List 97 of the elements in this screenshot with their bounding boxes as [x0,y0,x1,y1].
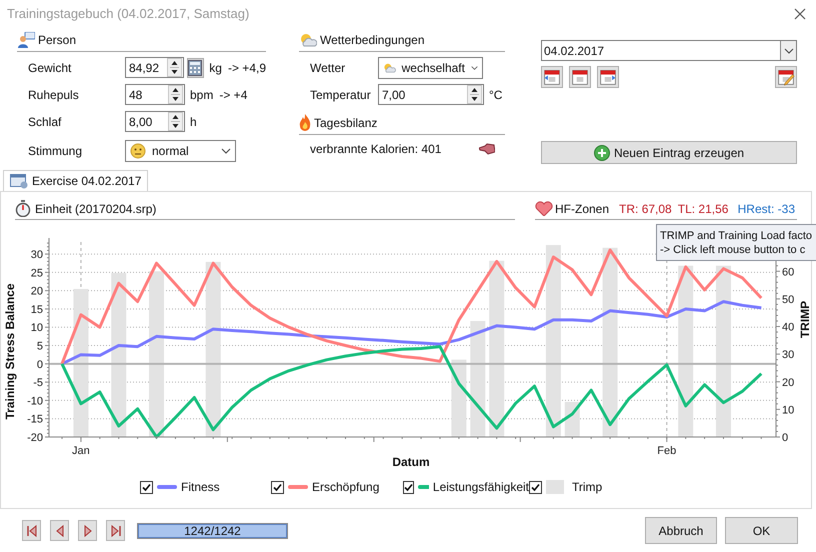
axis-tick-label: 50 [782,294,794,306]
spin-button[interactable] [168,85,183,104]
axis-tick-label: -20 [27,432,43,444]
zones-label: HF-Zonen [555,200,610,218]
first-button[interactable] [22,520,41,541]
progress-text: 1242/1242 [183,524,242,538]
checkbox[interactable] [529,480,542,494]
legend-line-swatch [288,485,308,489]
axis-tick-label: 25 [30,267,43,280]
legend-label: Fitness [181,479,220,496]
legend-line-swatch [157,485,177,489]
number-field[interactable]: 7,00 [378,84,484,105]
section-title: Person [38,32,76,48]
tooltip-line: -> Click left mouse button to c [660,242,806,256]
last-icon [108,524,122,538]
first-icon [24,524,38,538]
change-label: -> +4,9 [228,60,266,76]
unit-label: °C [489,86,502,104]
axis-tick-label: 10 [30,322,43,334]
spin-button[interactable] [168,112,183,131]
change-label: -> +4 [219,86,248,104]
tl-value: TL: 21,56 [678,200,728,218]
axis-tick-label: 10 [782,404,794,416]
legend-label: Leistungsfähigkeit [432,479,529,496]
axis-title: Datum [392,455,430,469]
axis-tick-label: 20 [782,376,794,389]
hrest-value: HRest: -33 [738,200,795,218]
section-title: Tagesbilanz [314,114,378,132]
axis-tick-label: -10 [27,395,43,408]
axis-tick-label: -5 [33,377,43,390]
window-title: Trainingstagebuch (04.02.2017, Samstag) [7,5,250,24]
axis-tick-label: 30 [782,349,794,362]
calculator-button[interactable] [186,58,204,78]
dialog-button[interactable]: OK [725,517,798,544]
chevron-down-icon [221,148,231,154]
axis-tick-label: 60 [782,266,794,278]
date-dropdown[interactable]: 04.02.2017 [541,40,797,61]
plus-circle-icon [594,144,610,160]
number-field[interactable]: 8,00 [125,111,185,132]
stopwatch-icon [15,200,31,217]
number-field[interactable]: 84,92 [125,57,184,78]
last-button[interactable] [106,520,125,541]
checkbox[interactable] [271,480,284,494]
dropdown[interactable]: normal [125,140,236,162]
chevron-down-icon [784,48,794,54]
legend-line-swatch [418,485,429,489]
axis-tick-label: 5 [36,340,43,353]
axis-tick-label: Feb [657,445,676,457]
tab[interactable]: Exercise 04.02.2017 [3,170,148,191]
unit-label: kg [209,60,222,76]
section-title: Wetterbedingungen [320,32,425,48]
axis-tick-label: 20 [30,286,43,298]
dropdown[interactable]: wechselhaft [378,56,483,78]
field-label: Temperatur [309,86,372,104]
person-icon [17,32,35,48]
legend-bar-swatch [546,480,564,494]
unit-file-label: Einheit (20170204.srp) [35,200,156,218]
field-label: Gewicht [27,60,72,76]
field-label: Ruhepuls [27,86,80,104]
calendar-icon[interactable] [569,66,591,88]
smiley-icon [130,142,146,158]
spin-button[interactable] [467,85,482,104]
calories-text: verbrannte Kalorien: 401 [310,140,442,158]
field-label: Wetter [309,60,346,76]
axis-tick-label: Jan [72,445,90,457]
field-label: Stimmung [27,142,84,160]
axis-tick-label: 40 [782,322,794,334]
axis-tick-label: 0 [36,358,43,371]
tooltip-line: TRIMP and Training Load facto [660,228,814,242]
flame-icon [299,114,311,131]
pointing-hand-icon[interactable] [479,142,495,154]
axis-title: TRIMP [798,300,812,338]
axis-tick-label: 0 [782,432,788,444]
new-entry-button[interactable]: Neuen Eintrag erzeugen [541,141,797,164]
tr-value: TR: 67,08 [619,200,672,218]
legend-label: Erschöpfung [312,479,380,496]
calendar-pencil-icon[interactable] [775,66,797,88]
axis-tick-label: 30 [30,249,43,262]
chevron-down-icon [470,64,478,70]
unit-label: bpm [190,86,214,104]
checkbox[interactable] [140,480,153,494]
previous-button[interactable] [50,520,69,541]
spin-button[interactable] [166,58,182,77]
field-label: Schlaf [27,114,62,130]
next-button[interactable] [78,520,97,541]
axis-title: Training Stress Balance [3,283,17,420]
unit-label: h [190,114,197,130]
axis-tick-label: 15 [30,304,43,316]
sun-cloud-icon [299,32,317,48]
close-icon[interactable] [794,8,806,20]
window-icon [10,174,28,188]
number-field[interactable]: 48 [125,84,185,105]
heart-icon [535,201,553,216]
legend-label: Trimp [572,479,602,496]
checkbox[interactable] [403,480,414,494]
axis-tick-label: -15 [27,414,43,426]
dialog-button[interactable]: Abbruch [645,517,717,544]
